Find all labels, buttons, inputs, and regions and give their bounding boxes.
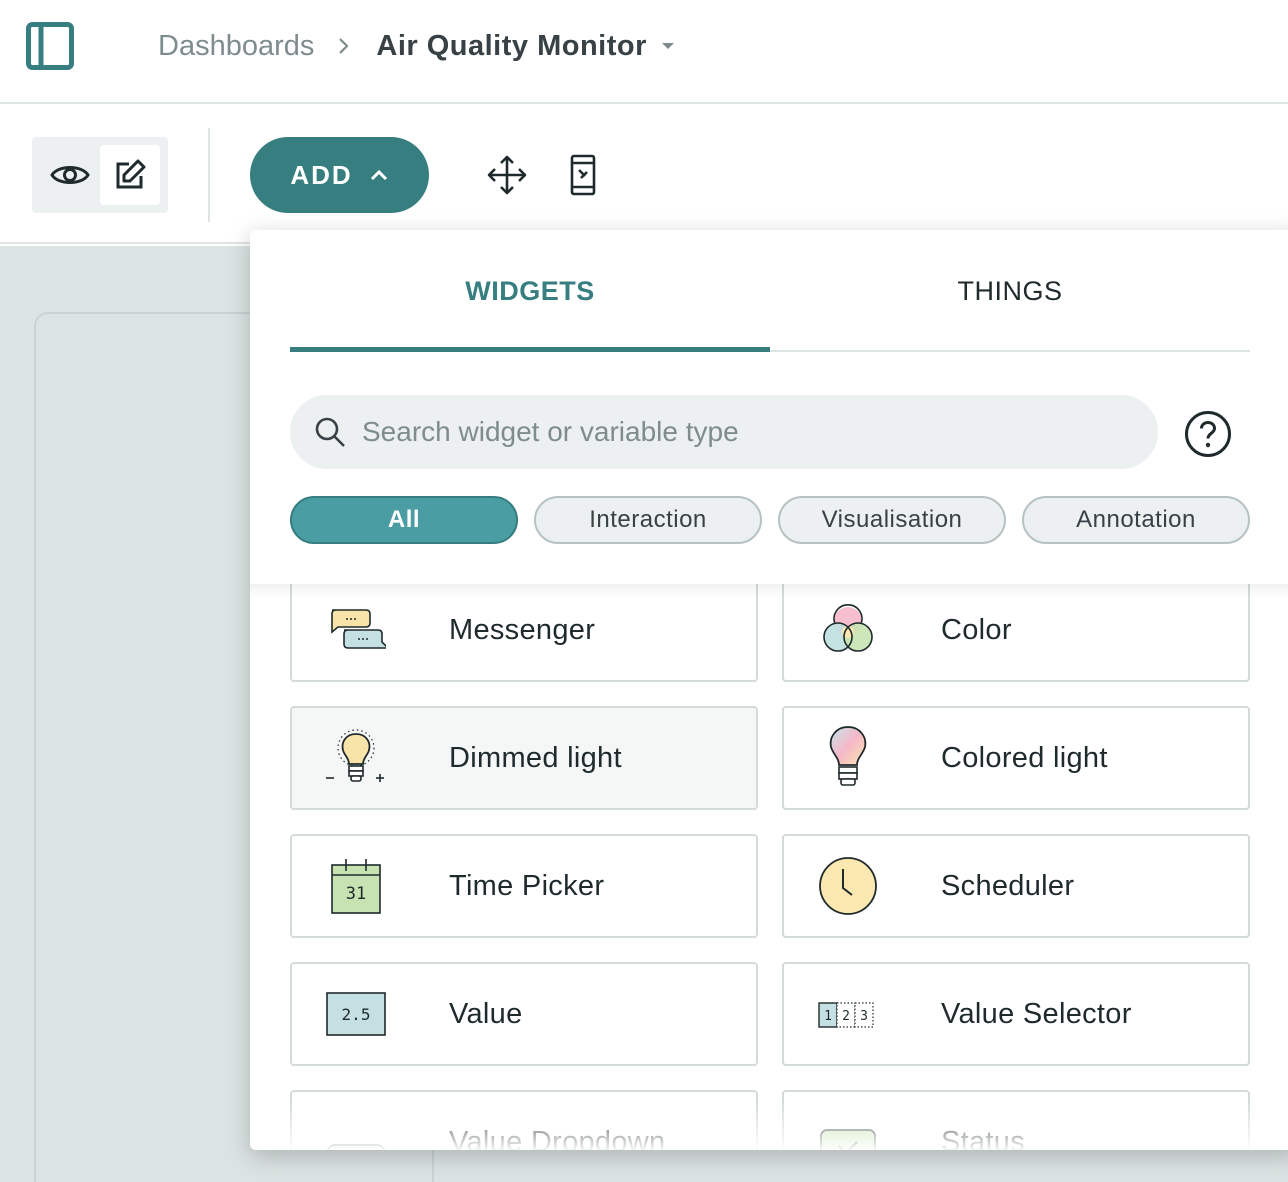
widget-label: Colored light <box>941 741 1108 774</box>
widget-card-scheduler[interactable]: Scheduler <box>782 834 1250 938</box>
widget-card-dimmed-light[interactable]: Dimmed light <box>290 706 758 810</box>
status-icon <box>814 1108 882 1150</box>
chevron-right-icon <box>338 36 350 56</box>
breadcrumb: Dashboards Air Quality Monitor <box>158 26 675 66</box>
widget-label: Color <box>941 613 1012 646</box>
widget-card-color[interactable]: Color <box>782 584 1250 682</box>
colored-light-icon <box>814 724 882 792</box>
widget-label: Value Selector <box>941 997 1132 1030</box>
widget-grid: Messenger Color Dimmed light Colored lig… <box>290 584 1250 1150</box>
eye-icon[interactable] <box>40 145 100 205</box>
widget-label: Messenger <box>449 613 596 646</box>
edit-pencil-icon[interactable] <box>100 145 160 205</box>
filter-interaction[interactable]: Interaction <box>534 496 762 544</box>
calendar-icon: 31 <box>322 852 390 920</box>
add-widget-panel: WIDGETS THINGS All Interaction Visualisa… <box>250 230 1288 1150</box>
move-arrows-icon[interactable] <box>484 152 530 198</box>
value-icon: 2.5 <box>322 980 390 1048</box>
search-icon <box>312 414 348 450</box>
widget-label: Value Dropdown <box>449 1125 666 1151</box>
widget-label: Status <box>941 1125 1026 1151</box>
widget-label: Dimmed light <box>449 741 622 774</box>
value-selector-icon: 1 2 3 <box>814 980 882 1048</box>
widget-card-colored-light[interactable]: Colored light <box>782 706 1250 810</box>
dashboard-toolbar: ADD <box>0 106 1288 244</box>
widget-card-status[interactable]: Status <box>782 1090 1250 1150</box>
panel-tabs: WIDGETS THINGS <box>290 230 1250 352</box>
add-button-label: ADD <box>290 159 353 190</box>
mobile-view-icon[interactable] <box>560 152 606 198</box>
filter-annotation[interactable]: Annotation <box>1022 496 1250 544</box>
dashboard-title: Air Quality Monitor <box>376 29 647 62</box>
widget-card-messenger[interactable]: Messenger <box>290 584 758 682</box>
selector-digit-1: 1 <box>824 1009 832 1024</box>
value-icon-text: 2.5 <box>342 1005 371 1024</box>
widget-card-value-selector[interactable]: 1 2 3 Value Selector <box>782 962 1250 1066</box>
sidebar-toggle-icon[interactable] <box>26 22 74 70</box>
clock-icon <box>814 852 882 920</box>
tab-things[interactable]: THINGS <box>770 230 1250 352</box>
widget-search <box>290 395 1158 469</box>
filter-chips: All Interaction Visualisation Annotation <box>290 496 1250 544</box>
list-top-shadow <box>250 584 1288 598</box>
filter-visualisation[interactable]: Visualisation <box>778 496 1006 544</box>
color-icon <box>814 596 882 664</box>
filter-all[interactable]: All <box>290 496 518 544</box>
add-button[interactable]: ADD <box>250 137 429 213</box>
widget-label: Scheduler <box>941 869 1075 902</box>
active-tab-indicator <box>290 347 770 352</box>
widget-card-value[interactable]: 2.5 Value <box>290 962 758 1066</box>
dimmed-light-icon <box>322 724 390 792</box>
selector-digit-2: 2 <box>842 1009 850 1024</box>
messenger-icon <box>322 596 390 664</box>
help-icon[interactable] <box>1184 410 1232 458</box>
view-edit-toggle <box>32 137 168 213</box>
dropdown-icon <box>322 1108 390 1150</box>
top-header: Dashboards Air Quality Monitor <box>0 0 1288 104</box>
widget-card-time-picker[interactable]: 31 Time Picker <box>290 834 758 938</box>
widget-card-value-dropdown[interactable]: Value Dropdown <box>290 1090 758 1150</box>
widget-label: Time Picker <box>449 869 605 902</box>
caret-down-icon[interactable] <box>661 41 675 51</box>
chevron-up-icon <box>370 169 387 181</box>
search-input[interactable] <box>362 416 1122 448</box>
breadcrumb-dashboards-link[interactable]: Dashboards <box>158 30 314 63</box>
widget-label: Value <box>449 997 523 1030</box>
toolbar-divider <box>208 128 210 222</box>
calendar-icon-text: 31 <box>346 884 366 904</box>
selector-digit-3: 3 <box>860 1009 868 1024</box>
tab-widgets[interactable]: WIDGETS <box>290 230 770 352</box>
